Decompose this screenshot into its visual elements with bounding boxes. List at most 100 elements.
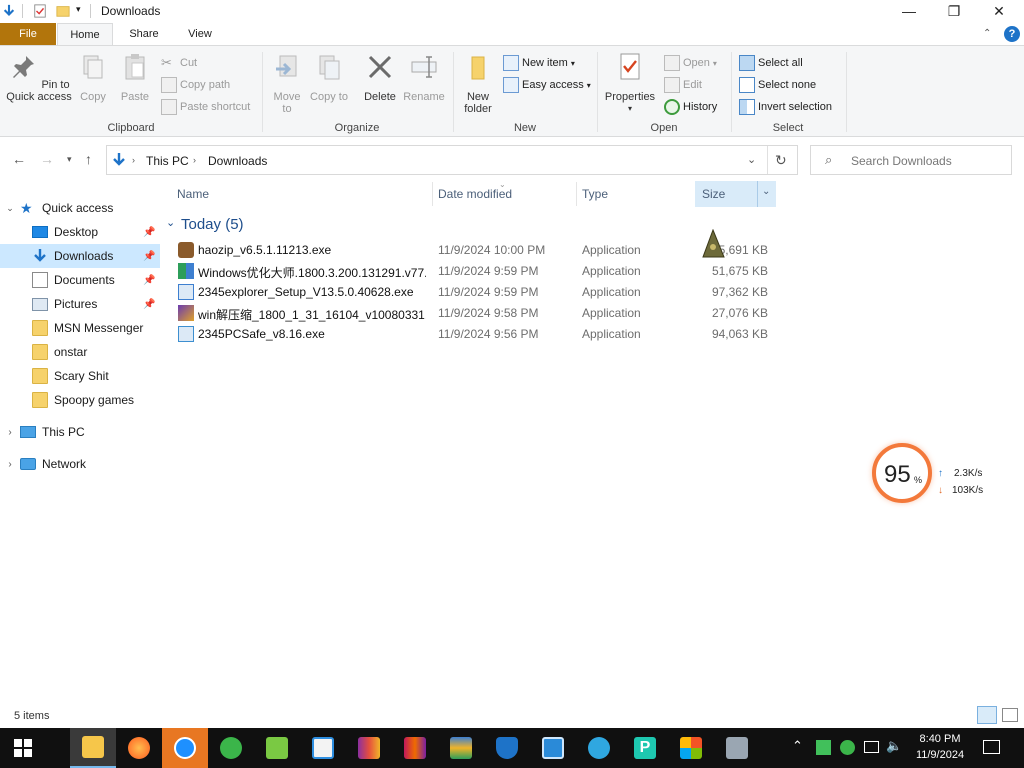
nav-spoopy-games[interactable]: Spoopy games bbox=[0, 388, 160, 412]
taskbar-windows-store[interactable] bbox=[668, 728, 714, 768]
taskbar-winrar-2[interactable] bbox=[392, 728, 438, 768]
column-divider[interactable] bbox=[576, 182, 577, 206]
select-none-button[interactable]: Select none bbox=[739, 76, 816, 94]
clock[interactable]: 8:40 PM 11/9/2024 bbox=[906, 731, 974, 763]
nav-msn-messenger[interactable]: MSN Messenger bbox=[0, 316, 160, 340]
nav-this-pc[interactable]: › This PC bbox=[0, 420, 160, 444]
tray-app-icon[interactable] bbox=[816, 740, 831, 755]
properties-button[interactable]: Properties ▾ bbox=[601, 52, 659, 115]
show-hidden-icons-chevron-icon[interactable]: ⌃ bbox=[792, 738, 803, 754]
file-row[interactable]: haozip_v6.5.1.11213.exe 11/9/2024 10:00 … bbox=[175, 240, 775, 261]
file-row[interactable]: Windows优化大师.1800.3.200.131291.v77... 11/… bbox=[175, 261, 775, 282]
expand-chevron-icon[interactable]: › bbox=[0, 459, 20, 470]
notifications-icon[interactable] bbox=[983, 740, 1000, 754]
taskbar-firefox[interactable] bbox=[116, 728, 162, 768]
copy-path-button[interactable]: Copy path bbox=[161, 76, 230, 94]
delete-button[interactable]: Delete bbox=[358, 52, 402, 103]
forward-arrow-icon[interactable]: → bbox=[40, 151, 54, 167]
cut-button[interactable]: ✂ Cut bbox=[161, 54, 197, 72]
close-button[interactable]: ✕ bbox=[976, 0, 1022, 22]
refresh-icon[interactable]: ↻ bbox=[775, 152, 787, 169]
edit-button[interactable]: Edit bbox=[664, 76, 702, 94]
file-row[interactable]: 2345PCSafe_v8.16.exe 11/9/2024 9:56 PM A… bbox=[175, 324, 775, 345]
taskbar-security[interactable] bbox=[484, 728, 530, 768]
column-size-highlight[interactable]: Size ⌄ bbox=[695, 181, 776, 207]
easy-access-button[interactable]: Easy access ▾ bbox=[503, 76, 591, 94]
quick-access-toolbar-dropdown-icon[interactable]: ▾ bbox=[76, 4, 81, 15]
taskbar-app-window[interactable] bbox=[714, 728, 760, 768]
file-row[interactable]: 2345explorer_Setup_V13.5.0.40628.exe 11/… bbox=[175, 282, 775, 303]
expand-chevron-icon[interactable]: ⌄ bbox=[0, 203, 20, 214]
rename-button[interactable]: Rename bbox=[402, 52, 446, 103]
pin-icon[interactable]: 📌 bbox=[143, 251, 155, 262]
column-divider[interactable] bbox=[432, 182, 433, 206]
start-button[interactable] bbox=[0, 728, 46, 768]
copy-to-button[interactable]: Copy to bbox=[310, 52, 348, 103]
maximize-button[interactable]: ❐ bbox=[931, 0, 977, 22]
tab-view[interactable]: View bbox=[175, 23, 225, 46]
nav-desktop[interactable]: Desktop 📌 bbox=[0, 220, 160, 244]
breadcrumb-this-pc[interactable]: This PC bbox=[146, 154, 189, 168]
tab-file[interactable]: File bbox=[0, 23, 56, 46]
taskbar-cleaner[interactable] bbox=[576, 728, 622, 768]
nav-network[interactable]: › Network bbox=[0, 452, 160, 476]
pin-to-quick-access-button[interactable]: Pin to Quick access bbox=[4, 52, 74, 103]
tab-home[interactable]: Home bbox=[57, 23, 113, 46]
taskbar-messenger[interactable] bbox=[208, 728, 254, 768]
network-tray-icon[interactable] bbox=[864, 741, 879, 753]
pin-icon[interactable]: 📌 bbox=[143, 227, 155, 238]
nav-quick-access[interactable]: ⌄ ★ Quick access bbox=[0, 196, 160, 220]
pin-icon[interactable]: 📌 bbox=[143, 299, 155, 310]
open-button[interactable]: Open ▾ bbox=[664, 54, 717, 72]
taskbar-winrar-3[interactable] bbox=[438, 728, 484, 768]
address-bar[interactable]: › This PC › Downloads ⌄ ↻ bbox=[106, 145, 798, 175]
back-arrow-icon[interactable]: ← bbox=[12, 151, 26, 167]
help-icon[interactable]: ? bbox=[1004, 26, 1020, 42]
minimize-button[interactable]: — bbox=[886, 0, 932, 22]
file-row[interactable]: win解压缩_1800_1_31_16104_v10080331.e... 11… bbox=[175, 303, 775, 324]
recent-locations-icon[interactable]: ▾ bbox=[67, 154, 72, 165]
taskbar-pc-app[interactable] bbox=[530, 728, 576, 768]
tab-share[interactable]: Share bbox=[118, 23, 170, 46]
breadcrumb-downloads[interactable]: Downloads bbox=[208, 154, 267, 168]
move-to-button[interactable]: Move to bbox=[268, 52, 306, 115]
column-date-modified[interactable]: Date modified bbox=[438, 187, 512, 201]
large-icons-view-icon[interactable] bbox=[1002, 708, 1018, 722]
tray-messenger-icon[interactable] bbox=[840, 740, 855, 755]
volume-icon[interactable]: 🔈 bbox=[886, 738, 902, 754]
up-arrow-icon[interactable]: ↑ bbox=[85, 151, 92, 167]
collapse-ribbon-icon[interactable]: ⌃ bbox=[983, 28, 991, 39]
address-dropdown-icon[interactable]: ⌄ bbox=[747, 153, 756, 166]
column-filter-dropdown-icon[interactable]: ⌄ bbox=[762, 186, 770, 197]
new-item-button[interactable]: New item ▾ bbox=[503, 54, 575, 72]
paste-shortcut-button[interactable]: Paste shortcut bbox=[161, 98, 250, 116]
network-speed-widget[interactable]: 95 % ↑ 2.3K/s ↓ 103K/s bbox=[872, 441, 1000, 505]
nav-downloads[interactable]: Downloads 📌 bbox=[0, 244, 160, 268]
nav-onstar[interactable]: onstar bbox=[0, 340, 160, 364]
new-folder-icon[interactable] bbox=[56, 4, 70, 18]
taskbar-app-p[interactable]: P bbox=[622, 728, 668, 768]
copy-button[interactable]: Copy bbox=[74, 52, 112, 103]
nav-pictures[interactable]: Pictures 📌 bbox=[0, 292, 160, 316]
history-button[interactable]: History bbox=[664, 98, 717, 116]
new-folder-button[interactable]: New folder bbox=[458, 52, 498, 115]
paste-button[interactable]: Paste bbox=[116, 52, 154, 103]
column-name[interactable]: Name bbox=[177, 187, 209, 201]
collapse-group-icon[interactable]: ⌄ bbox=[166, 216, 175, 229]
taskbar-ie[interactable] bbox=[162, 728, 208, 768]
search-box[interactable]: ⌕ Search Downloads bbox=[810, 145, 1012, 175]
taskbar-app-notes[interactable] bbox=[300, 728, 346, 768]
nav-documents[interactable]: Documents 📌 bbox=[0, 268, 160, 292]
pin-icon[interactable]: 📌 bbox=[143, 275, 155, 286]
taskbar-file-explorer[interactable] bbox=[70, 728, 116, 768]
copy-to-label: Copy to bbox=[310, 91, 348, 103]
expand-chevron-icon[interactable]: › bbox=[0, 427, 20, 438]
nav-scary-shit[interactable]: Scary Shit bbox=[0, 364, 160, 388]
column-type[interactable]: Type bbox=[582, 187, 608, 201]
select-all-button[interactable]: Select all bbox=[739, 54, 803, 72]
details-view-icon[interactable] bbox=[977, 706, 997, 724]
taskbar-winrar-1[interactable] bbox=[346, 728, 392, 768]
invert-selection-button[interactable]: Invert selection bbox=[739, 98, 832, 116]
properties-check-icon[interactable] bbox=[33, 4, 47, 18]
taskbar-app-cube[interactable] bbox=[254, 728, 300, 768]
